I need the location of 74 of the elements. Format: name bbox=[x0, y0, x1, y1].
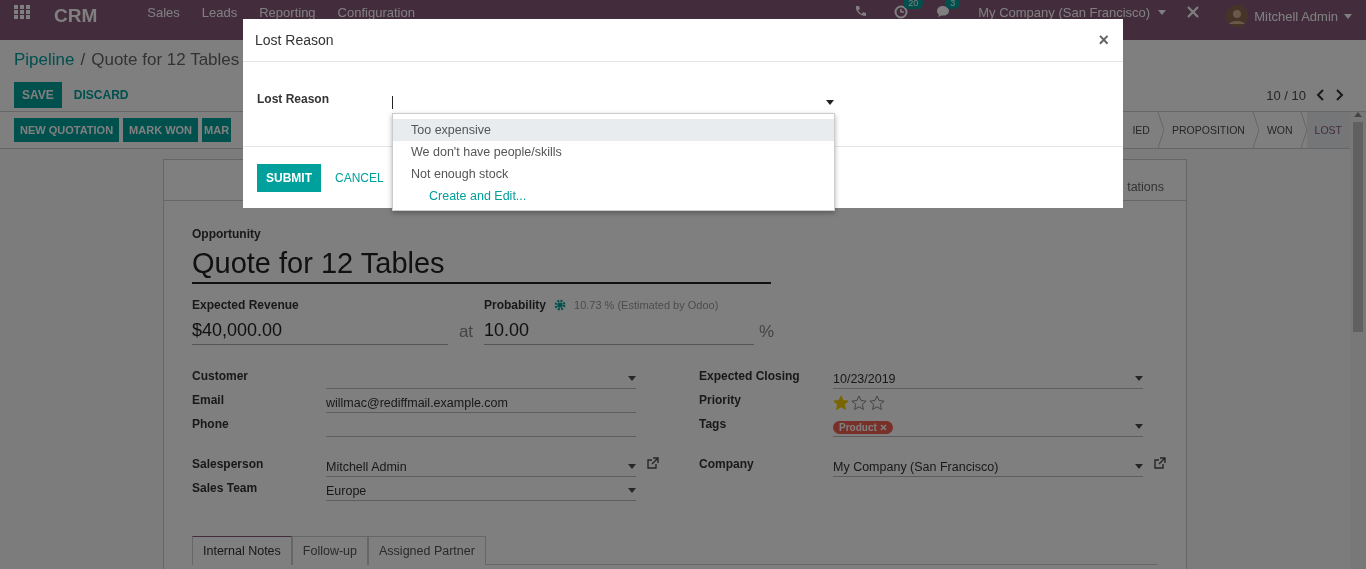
close-button[interactable]: × bbox=[1096, 29, 1111, 51]
user-menu[interactable]: Mitchell Admin bbox=[1226, 5, 1352, 27]
notification-badge: 3 bbox=[945, 0, 961, 9]
field-label: Expected Closing bbox=[699, 369, 801, 383]
field-label: Phone bbox=[192, 417, 230, 431]
field-label: Company bbox=[699, 457, 755, 471]
field-label: Probability bbox=[484, 298, 546, 312]
dropdown-option[interactable]: We don't have people/skills bbox=[393, 141, 834, 163]
menu-item[interactable]: Leads bbox=[201, 5, 238, 20]
scrollbar[interactable] bbox=[1350, 112, 1366, 569]
header-button[interactable]: MARK WON bbox=[123, 118, 199, 142]
create-and-edit-link[interactable]: Create and Edit... bbox=[393, 185, 834, 207]
input-field[interactable]: willmac@rediffmail.example.com bbox=[326, 393, 636, 413]
caret-icon[interactable] bbox=[826, 100, 834, 105]
cancel-button[interactable]: CANCEL bbox=[325, 163, 394, 192]
tools-icon[interactable] bbox=[1186, 5, 1201, 19]
tag: Product bbox=[833, 420, 893, 434]
field-label: Email bbox=[192, 393, 225, 407]
app-name: CRM bbox=[54, 5, 98, 27]
text-cursor bbox=[392, 96, 393, 109]
tab[interactable]: Assigned Partner bbox=[368, 536, 486, 565]
priority-stars[interactable] bbox=[833, 393, 885, 413]
field-label: Sales Team bbox=[192, 481, 259, 495]
field-label: Opportunity bbox=[192, 227, 262, 241]
menu-item[interactable]: Configuration bbox=[337, 5, 415, 20]
probability-field[interactable]: 10.00 bbox=[484, 320, 754, 345]
apps-grid-icon[interactable] bbox=[14, 5, 30, 19]
breadcrumb-current: Quote for 12 Tables bbox=[91, 50, 240, 70]
breadcrumb-separator: / bbox=[80, 50, 86, 70]
star-outline-icon[interactable] bbox=[869, 395, 885, 411]
external-link-icon[interactable] bbox=[646, 457, 659, 470]
save-button[interactable]: SAVE bbox=[14, 82, 62, 108]
discard-button[interactable]: DISCARD bbox=[65, 82, 137, 108]
at-text: at bbox=[457, 322, 475, 343]
revenue-field[interactable]: $40,000.00 bbox=[192, 320, 448, 345]
next-icon[interactable] bbox=[1335, 89, 1344, 101]
header-button[interactable]: MAR bbox=[202, 118, 232, 142]
clock-icon[interactable] bbox=[894, 5, 909, 19]
field-label: Priority bbox=[699, 393, 742, 407]
dialog-title: Lost Reason bbox=[255, 32, 334, 48]
select-field[interactable]: 10/23/2019 bbox=[833, 369, 1143, 389]
field-label: Customer bbox=[192, 369, 249, 383]
stage-button[interactable]: LOST bbox=[1306, 112, 1350, 148]
title-field[interactable]: Quote for 12 Tables bbox=[192, 241, 771, 284]
field-label: Tags bbox=[699, 417, 728, 431]
external-link-icon[interactable] bbox=[1153, 457, 1166, 470]
tab[interactable]: Follow-up bbox=[291, 536, 368, 565]
field-label: Expected Revenue bbox=[192, 298, 300, 312]
phone-icon[interactable] bbox=[854, 5, 867, 17]
percent-sign: % bbox=[757, 322, 774, 343]
tab[interactable]: Internal Notes bbox=[192, 536, 292, 565]
pager-counter: 10 / 10 bbox=[1266, 87, 1306, 103]
select-field[interactable]: Europe bbox=[326, 481, 636, 501]
breadcrumb-link[interactable]: Pipeline bbox=[14, 50, 75, 70]
menu-item[interactable]: Sales bbox=[147, 5, 180, 20]
select-field[interactable]: My Company (San Francisco) bbox=[833, 457, 1143, 477]
notification-badge: 20 bbox=[903, 0, 924, 9]
star-icon[interactable] bbox=[833, 395, 849, 411]
field-label: Lost Reason bbox=[257, 92, 330, 106]
avatar-icon bbox=[1226, 5, 1249, 27]
gear-icon[interactable] bbox=[554, 299, 566, 311]
submit-button[interactable]: SUBMIT bbox=[257, 163, 321, 192]
remove-icon[interactable] bbox=[879, 423, 887, 431]
dropdown-option[interactable]: Too expensive bbox=[393, 119, 834, 141]
dropdown-option[interactable]: Not enough stock bbox=[393, 163, 834, 185]
chat-icon[interactable] bbox=[936, 5, 951, 18]
field-label: Salesperson bbox=[192, 457, 265, 471]
menu-item[interactable]: Reporting bbox=[259, 5, 316, 20]
header-button[interactable]: NEW QUOTATION bbox=[14, 118, 120, 142]
previous-icon[interactable] bbox=[1316, 89, 1325, 101]
select-field[interactable]: Mitchell Admin bbox=[326, 457, 636, 477]
smart-button[interactable]: tations bbox=[1127, 180, 1164, 194]
star-outline-icon[interactable] bbox=[851, 395, 867, 411]
tags-field[interactable]: Product bbox=[833, 417, 1143, 437]
